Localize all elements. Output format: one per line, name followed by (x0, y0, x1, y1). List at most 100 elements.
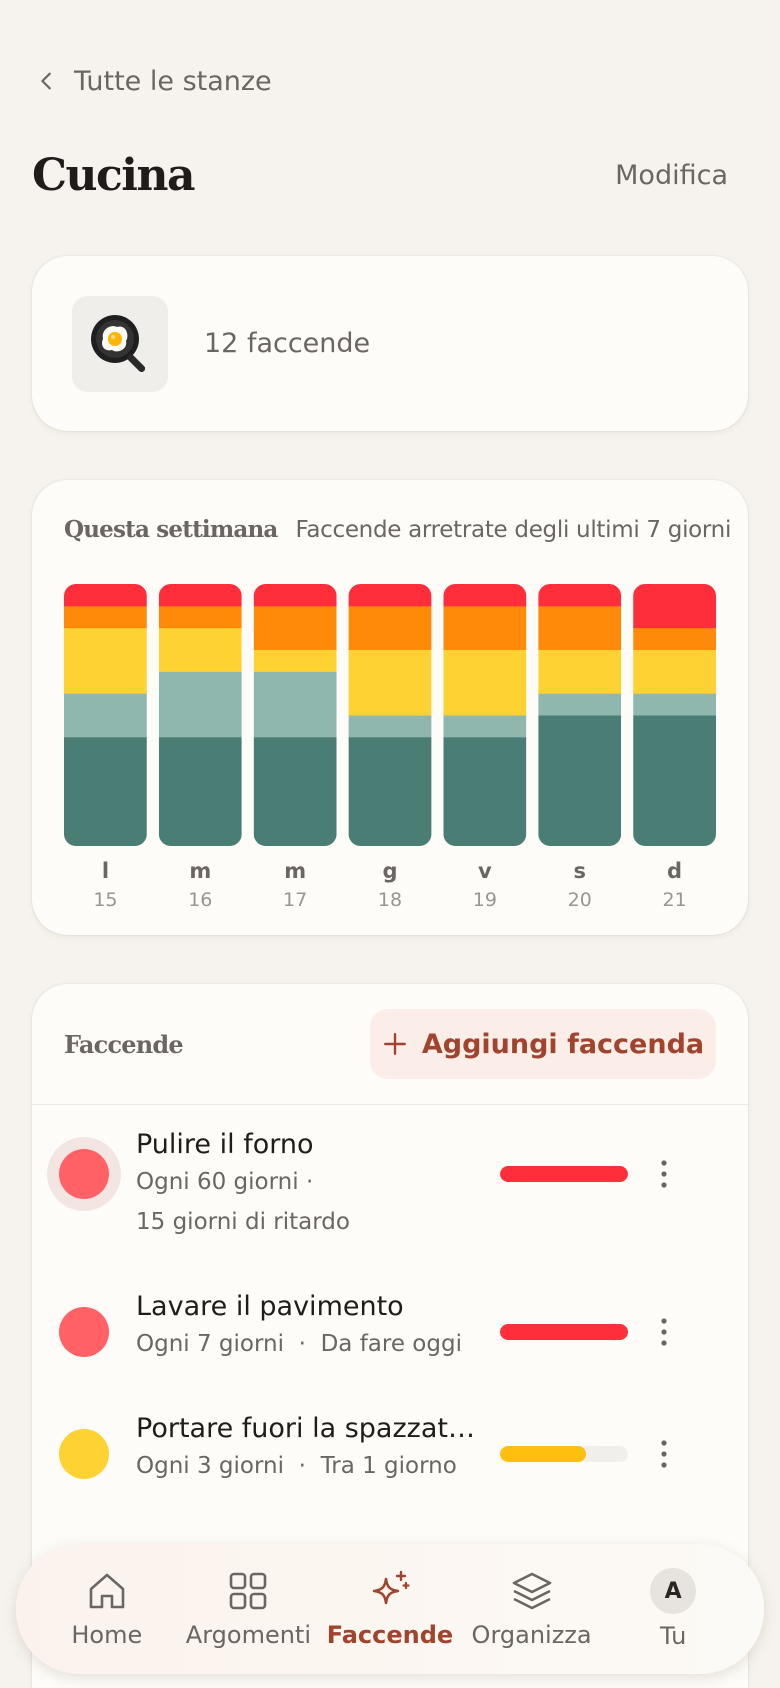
bar-segment (443, 715, 527, 738)
chart-header: Questa settimana Faccende arretrate degl… (64, 516, 731, 543)
bar-segment (253, 605, 337, 650)
bar-segment (64, 584, 147, 607)
add-chore-button[interactable]: Aggiungi faccenda (370, 1009, 716, 1079)
bar-segment (348, 736, 432, 846)
layers-icon (512, 1572, 551, 1610)
status-dot-fill (59, 1429, 109, 1479)
back-link-label: Tutte le stanze (74, 65, 272, 97)
bar-day-2 (253, 584, 337, 846)
progress-fill (500, 1324, 628, 1340)
chores-header: Faccende Aggiungi faccenda (32, 984, 748, 1105)
room-icon (72, 295, 168, 392)
bar-day-0 (64, 584, 147, 846)
frying-pan-icon (91, 314, 146, 372)
more-vertical-icon (661, 1318, 667, 1346)
bar-segment (538, 693, 622, 716)
more-vertical-icon (661, 1160, 667, 1188)
chores-title: Faccende (64, 1029, 184, 1059)
avatar: A (650, 1568, 697, 1614)
date-label: 16 (188, 889, 212, 911)
bar-segment (64, 736, 147, 846)
date-label: 19 (473, 889, 497, 911)
bar-segment (633, 627, 716, 650)
chore-status: 15 giorni di ritardo (136, 1209, 350, 1235)
bar-segment (633, 649, 716, 694)
progress-bar (500, 1324, 628, 1340)
progress-bar (500, 1166, 628, 1182)
bar-segment (633, 584, 716, 629)
day-label: m (189, 859, 211, 883)
tab-chores[interactable]: Faccende (320, 1569, 460, 1649)
bar-day-6 (633, 584, 716, 846)
bar-segment (538, 649, 622, 694)
bar-segment (348, 649, 432, 716)
weekly-chart: l 15 m 16 m 17 g 18 v 19 s 20 d 21 (64, 584, 716, 911)
chevron-left-icon (41, 72, 51, 90)
plus-icon (383, 1033, 406, 1055)
bar-segment (253, 671, 337, 738)
more-options-button[interactable] (644, 1312, 684, 1352)
bar-segment (538, 715, 622, 846)
bar-segment (158, 584, 242, 607)
sparkle-icon (372, 1570, 410, 1605)
add-chore-label: Aggiungi faccenda (421, 1028, 705, 1060)
date-label: 21 (662, 889, 686, 911)
bar-segment (158, 605, 242, 629)
tab-topics-label: Argomenti (185, 1621, 311, 1649)
tab-me[interactable]: A Tu (603, 1568, 743, 1650)
progress-fill (500, 1446, 586, 1462)
home-icon (89, 1573, 125, 1609)
grid-icon (230, 1572, 267, 1610)
status-dot[interactable] (52, 1300, 116, 1364)
tab-organize[interactable]: Organizza (462, 1569, 602, 1649)
chore-meta: Ogni 3 giorni · Tra 1 giorno (136, 1453, 457, 1479)
tab-bar: Home Argomenti Faccende Organizza A Tu (16, 1544, 764, 1674)
day-label: l (102, 859, 109, 883)
bar-segment (64, 605, 147, 629)
bar-segment (443, 736, 527, 846)
more-options-button[interactable] (644, 1434, 684, 1474)
bar-day-3 (348, 584, 432, 846)
status-dot[interactable] (52, 1422, 116, 1486)
progress-bar (500, 1446, 628, 1462)
bar-segment (348, 715, 432, 738)
chore-meta: Ogni 7 giorni · Da fare oggi (136, 1331, 462, 1357)
day-label: v (478, 859, 492, 883)
tab-me-label: Tu (660, 1622, 687, 1650)
day-label: s (573, 859, 586, 883)
bar-segment (443, 605, 527, 650)
tab-topics[interactable]: Argomenti (178, 1569, 318, 1649)
status-dot[interactable] (47, 1137, 121, 1211)
bar-segment (158, 736, 242, 846)
chore-frequency: Ogni 60 giorni · (136, 1169, 314, 1195)
bar-segment (253, 584, 337, 607)
bar-day-5 (538, 584, 622, 846)
day-label: m (284, 859, 306, 883)
chore-item[interactable]: Lavare il pavimento Ogni 7 giorni · Da f… (32, 1291, 748, 1401)
bar-segment (253, 736, 337, 846)
edit-button[interactable]: Modifica (615, 160, 728, 191)
chore-item[interactable]: Portare fuori la spazzatura Ogni 3 giorn… (32, 1413, 748, 1523)
more-vertical-icon (661, 1440, 667, 1468)
weekly-chart-card: l 15 m 16 m 17 g 18 v 19 s 20 d 21 Questa settimana F… (32, 480, 748, 935)
back-link[interactable]: Tutte le stanze (36, 60, 272, 102)
bar-segment (443, 584, 527, 607)
chore-item[interactable]: Pulire il forno Ogni 60 giorni · 15 gior… (32, 1129, 748, 1239)
bar-segment (633, 693, 716, 716)
progress-fill (500, 1166, 628, 1182)
chore-name: Portare fuori la spazzatura (136, 1413, 478, 1444)
title-row: Cucina Modifica (32, 150, 728, 201)
bar-segment (158, 627, 242, 672)
tab-home[interactable]: Home (37, 1569, 177, 1649)
bar-segment (538, 584, 622, 607)
date-label: 20 (568, 889, 592, 911)
more-options-button[interactable] (644, 1154, 684, 1194)
day-label: d (667, 859, 682, 883)
chore-count: 12 faccende (204, 328, 371, 359)
bar-day-1 (158, 584, 242, 846)
bar-day-4 (443, 584, 527, 846)
status-dot-fill (59, 1307, 109, 1357)
bar-segment (64, 627, 147, 694)
tab-chores-label: Faccende (326, 1621, 454, 1649)
page-title: Cucina (32, 150, 196, 201)
